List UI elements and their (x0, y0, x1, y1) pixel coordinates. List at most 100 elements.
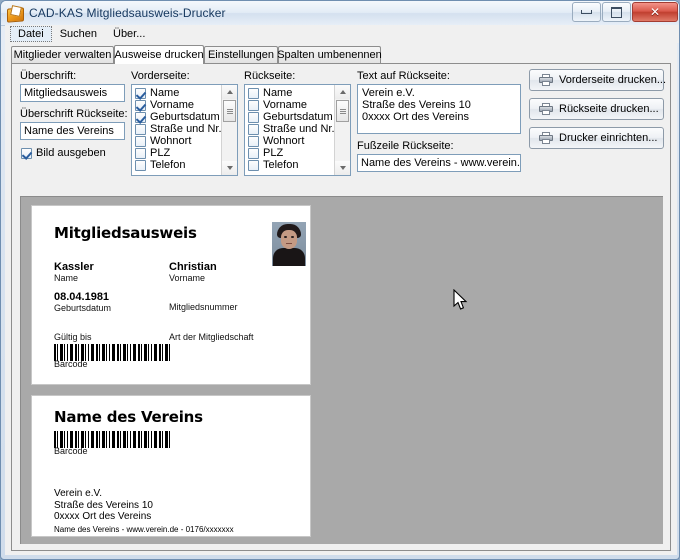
checkbox-icon[interactable] (135, 148, 146, 159)
checkbox-icon[interactable] (248, 160, 259, 171)
card-field-vorname: Christian Vorname (169, 261, 217, 283)
list-item-label: Straße und Nr. (150, 123, 222, 135)
button-label: Drucker einrichten... (559, 132, 657, 144)
drucker-einrichten-button[interactable]: Drucker einrichten... (529, 127, 664, 149)
tab-mitglieder-verwalten[interactable]: Mitglieder verwalten (11, 46, 114, 63)
scroll-down-arrow-icon[interactable] (222, 161, 237, 175)
card-back-footer: Name des Vereins - www.verein.de - 0176/… (54, 525, 234, 534)
rueckseite-scrollbar[interactable] (334, 85, 350, 175)
client-area: Datei Suchen Über... Mitglieder verwalte… (5, 25, 677, 555)
checkbox-icon[interactable] (135, 160, 146, 171)
scroll-down-arrow-icon[interactable] (335, 161, 350, 175)
list-item-label: PLZ (263, 147, 283, 159)
card-field-value: 08.04.1981 (54, 291, 111, 303)
vorderseite-listbox[interactable]: Name Vorname Geburtsdatum Straße und Nr.… (131, 84, 238, 176)
list-item-label: Telefon (150, 159, 185, 171)
text-rueckseite-label: Text auf Rückseite: (357, 70, 450, 82)
card-field-mitgliedsnummer: Mitgliedsnummer (169, 302, 238, 312)
card-back-address: Verein e.V. Straße des Vereins 10 0xxxx … (54, 488, 153, 523)
menu-item-ueber[interactable]: Über... (105, 26, 153, 42)
checkbox-icon[interactable] (135, 124, 146, 135)
tab-ausweise-drucken[interactable]: Ausweise drucken (114, 45, 204, 64)
tab-einstellungen[interactable]: Einstellungen (204, 46, 278, 63)
vorderseite-scrollbar[interactable] (221, 85, 237, 175)
card-field-gueltig-bis: Gültig bis (54, 332, 92, 342)
list-item-label: Wohnort (150, 135, 191, 147)
checkbox-icon[interactable] (248, 124, 259, 135)
ueberschrift-rueckseite-input[interactable]: Name des Vereins (20, 122, 125, 140)
list-item-label: Vorname (263, 99, 307, 111)
list-item-label: Wohnort (263, 135, 304, 147)
card-front-title: Mitgliedsausweis (54, 224, 197, 242)
scrollbar-thumb[interactable] (336, 100, 349, 122)
vorderseite-label: Vorderseite: (131, 70, 190, 82)
rueckseite-listbox[interactable]: Name Vorname Geburtsdatum Straße und Nr.… (244, 84, 351, 176)
member-photo (272, 222, 306, 266)
minimize-button[interactable] (572, 2, 601, 22)
tab-spalten-umbenennen[interactable]: Spalten umbenennen (278, 46, 381, 63)
button-label: Rückseite drucken... (559, 103, 659, 115)
card-field-caption: Name (54, 273, 94, 283)
list-item-label: PLZ (150, 147, 170, 159)
tab-strip: Mitglieder verwalten Ausweise drucken Ei… (11, 45, 671, 64)
bild-ausgeben-checkbox[interactable]: Bild ausgeben (21, 147, 106, 159)
fusszeile-label: Fußzeile Rückseite: (357, 140, 454, 152)
checkbox-icon[interactable] (248, 112, 259, 123)
app-folder-icon (7, 6, 23, 21)
maximize-button[interactable] (602, 2, 631, 22)
card-field-geburtsdatum: 08.04.1981 Geburtsdatum (54, 291, 111, 313)
window-controls: ✕ (572, 2, 678, 22)
card-back-title: Name des Vereins (54, 408, 203, 426)
card-front-preview: Mitgliedsausweis Kassler Name Christian … (31, 205, 311, 385)
window-title: CAD-KAS Mitgliedsausweis-Drucker (29, 6, 226, 20)
card-preview-area[interactable]: Mitgliedsausweis Kassler Name Christian … (20, 196, 663, 544)
ueberschrift-input[interactable]: Mitgliedsausweis (20, 84, 125, 102)
checkbox-icon[interactable] (248, 148, 259, 159)
checkbox-check-icon[interactable] (135, 112, 146, 123)
rueckseite-drucken-button[interactable]: Rückseite drucken... (529, 98, 664, 120)
card-field-name: Kassler Name (54, 261, 94, 283)
ueberschrift-label: Überschrift: (20, 70, 76, 82)
card-field-caption: Geburtsdatum (54, 303, 111, 313)
checkbox-icon[interactable] (248, 100, 259, 111)
rueckseite-label: Rückseite: (244, 70, 295, 82)
card-field-caption: Vorname (169, 273, 217, 283)
list-item-label: Geburtsdatum (263, 111, 333, 123)
list-item-label: Straße und Nr. (263, 123, 335, 135)
list-item-label: Name (263, 87, 292, 99)
checkbox-icon[interactable] (248, 88, 259, 99)
card-field-caption: Gültig bis (54, 332, 92, 342)
card-field-caption: Mitgliedsnummer (169, 302, 238, 312)
scrollbar-thumb[interactable] (223, 100, 236, 122)
card-front-barcode-caption: Barcode (54, 359, 88, 369)
list-item-label: Vorname (150, 99, 194, 111)
ueberschrift-rueckseite-label: Überschrift Rückseite: (20, 108, 128, 120)
card-field-art-mitgliedschaft: Art der Mitgliedschaft (169, 332, 254, 342)
application-window: Mitgliedsausweis.exe - 1.80.79 - 10.11.2… (0, 0, 680, 560)
card-field-value: Kassler (54, 261, 94, 273)
close-button[interactable]: ✕ (632, 2, 678, 22)
card-back-preview: Name des Vereins Barcode Verein e.V. Str… (31, 395, 311, 537)
checkbox-check-icon[interactable] (135, 100, 146, 111)
vorderseite-drucken-button[interactable]: Vorderseite drucken... (529, 69, 664, 91)
checkbox-icon[interactable] (248, 136, 259, 147)
card-back-barcode-caption: Barcode (54, 446, 88, 456)
checkbox-check-icon[interactable] (135, 88, 146, 99)
fusszeile-input[interactable]: Name des Vereins - www.verein.de - (357, 154, 521, 172)
checkbox-check-icon (21, 148, 32, 159)
checkbox-icon[interactable] (135, 136, 146, 147)
scroll-up-arrow-icon[interactable] (335, 85, 350, 99)
title-bar[interactable]: CAD-KAS Mitgliedsausweis-Drucker ✕ (1, 1, 680, 26)
list-item-label: Name (150, 87, 179, 99)
card-field-value: Christian (169, 261, 217, 273)
bild-ausgeben-label: Bild ausgeben (36, 147, 106, 159)
menu-item-suchen[interactable]: Suchen (52, 26, 105, 42)
text-rueckseite-textarea[interactable]: Verein e.V. Straße des Vereins 10 0xxxx … (357, 84, 521, 134)
list-item-label: Geburtsdatum (150, 111, 220, 123)
menu-item-datei[interactable]: Datei (10, 26, 52, 42)
tab-panel-ausweise-drucken: Überschrift: Mitgliedsausweis Überschrif… (11, 63, 671, 551)
scroll-up-arrow-icon[interactable] (222, 85, 237, 99)
printer-icon (539, 74, 553, 86)
printer-icon (539, 132, 553, 144)
list-item-label: Telefon (263, 159, 298, 171)
